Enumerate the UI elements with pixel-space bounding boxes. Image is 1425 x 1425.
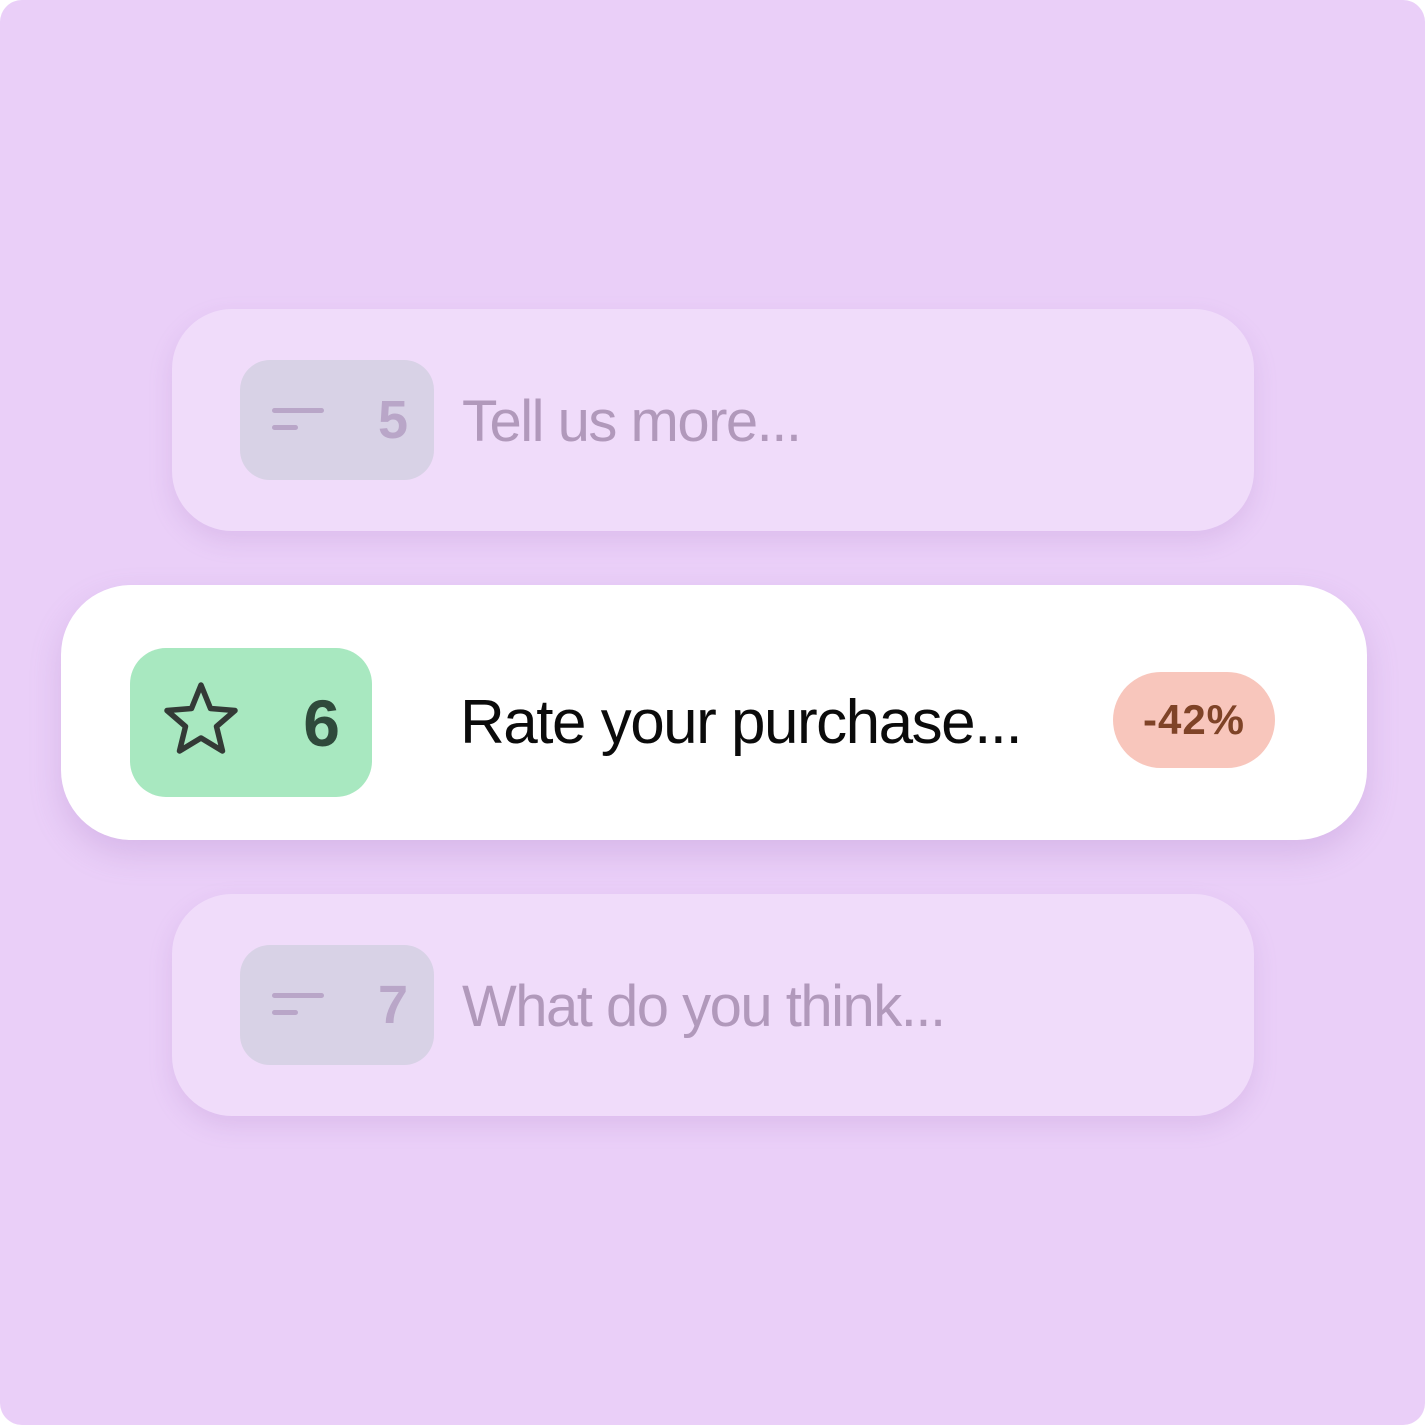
short-text-icon [272,408,324,430]
drop-off-badge: -42% [1113,672,1275,768]
short-text-icon [272,993,324,1015]
question-number: 6 [303,686,340,760]
canvas: 5 Tell us more... 6 Rate your purchase..… [0,0,1425,1425]
question-number: 5 [377,390,408,450]
question-number-chip: 7 [240,945,434,1065]
question-text: Tell us more... [462,389,802,454]
question-card-5[interactable]: 5 Tell us more... [172,309,1254,531]
star-icon [164,682,238,754]
question-number-chip: 6 [130,648,372,797]
question-text: What do you think... [462,974,946,1039]
question-card-6[interactable]: 6 Rate your purchase... -42% [61,585,1367,840]
question-number-chip: 5 [240,360,434,480]
question-card-7[interactable]: 7 What do you think... [172,894,1254,1116]
question-number: 7 [377,975,408,1035]
question-text: Rate your purchase... [460,688,1023,757]
